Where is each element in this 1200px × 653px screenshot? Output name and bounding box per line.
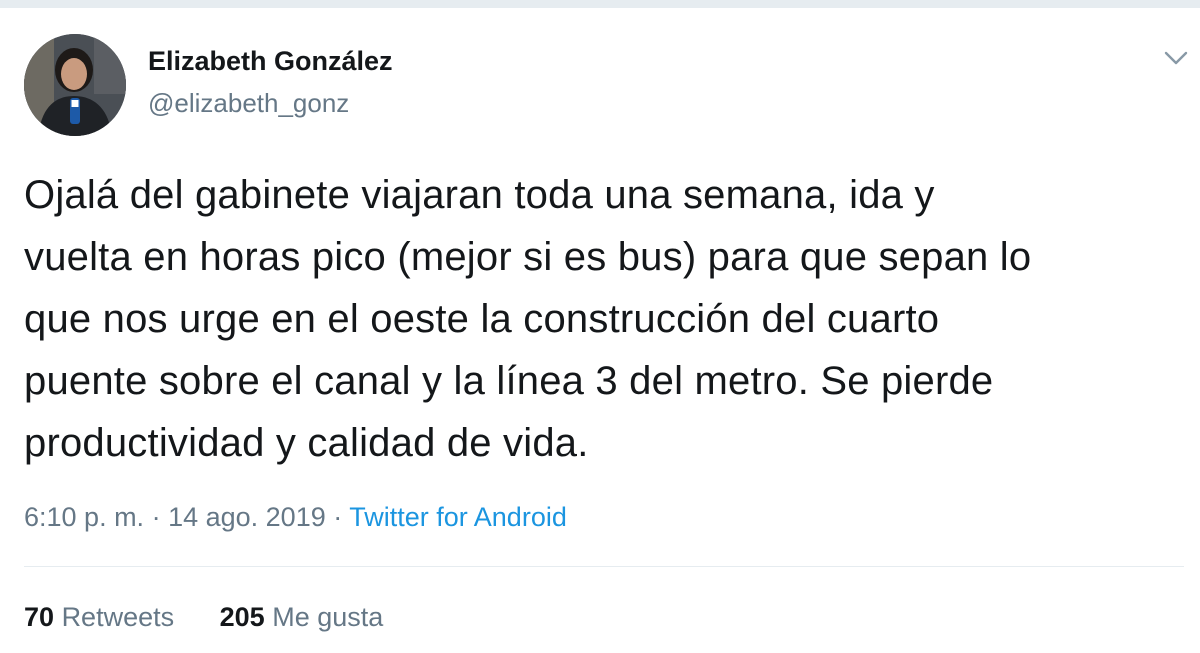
likes-stat[interactable]: 205 Me gusta: [220, 602, 384, 633]
tweet-text-line: puente sobre el canal y la línea 3 del m…: [24, 359, 994, 403]
author-handle[interactable]: @elizabeth_gonz: [148, 88, 349, 119]
meta-separator: ·: [325, 502, 350, 532]
likes-label: Me gusta: [272, 602, 384, 632]
meta-separator: ·: [144, 502, 169, 532]
tweet-card: Elizabeth González @elizabeth_gonz Ojalá…: [0, 8, 1200, 653]
tweet-text-line: Ojalá del gabinete viajaran toda una sem…: [24, 173, 935, 217]
avatar[interactable]: [24, 34, 126, 136]
tweet-source-link[interactable]: Twitter for Android: [349, 502, 567, 532]
avatar-image: [24, 34, 126, 136]
retweets-stat[interactable]: 70 Retweets: [24, 602, 174, 633]
tweet-time[interactable]: 6:10 p. m.: [24, 502, 144, 532]
top-divider: [0, 0, 1200, 8]
tweet-date[interactable]: 14 ago. 2019: [168, 502, 326, 532]
chevron-down-icon[interactable]: [1162, 48, 1190, 68]
author-name[interactable]: Elizabeth González: [148, 46, 393, 77]
stats-divider: [24, 566, 1184, 567]
retweets-count: 70: [24, 602, 55, 632]
tweet-text-line: productividad y calidad de vida.: [24, 421, 589, 465]
retweets-label: Retweets: [61, 602, 175, 632]
tweet-text: Ojalá del gabinete viajaran toda una sem…: [24, 164, 1194, 474]
tweet-stats: 70 Retweets 205 Me gusta: [24, 602, 421, 633]
tweet-text-line: vuelta en horas pico (mejor si es bus) p…: [24, 235, 1032, 279]
likes-count: 205: [219, 602, 265, 632]
tweet-text-line: que nos urge en el oeste la construcción…: [24, 297, 940, 341]
tweet-meta: 6:10 p. m. · 14 ago. 2019 · Twitter for …: [24, 502, 567, 533]
